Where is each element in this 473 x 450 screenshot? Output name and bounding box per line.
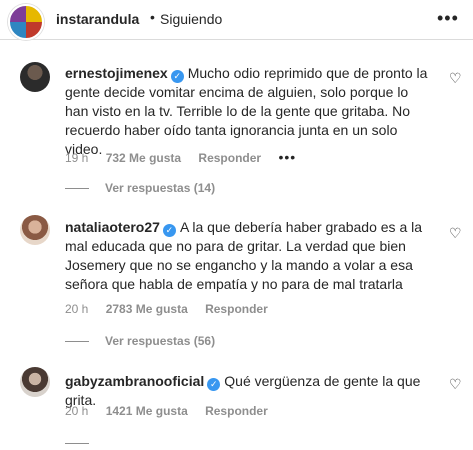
comment-time: 20 h xyxy=(65,404,89,418)
heart-icon[interactable]: ♡ xyxy=(449,70,462,87)
comment-meta: 20 h 2783 Me gusta Responder xyxy=(65,302,282,316)
likes-count[interactable]: 1421 Me gusta xyxy=(106,404,188,418)
comment-username[interactable]: gabyzambranooficial xyxy=(65,373,204,389)
avatar[interactable] xyxy=(20,62,50,92)
avatar[interactable] xyxy=(8,4,44,40)
verified-badge-icon: ✓ xyxy=(207,378,221,391)
comment-meta: 19 h 732 Me gusta Responder ••• xyxy=(65,149,310,165)
view-replies-button[interactable]: Ver respuestas (56) xyxy=(65,334,215,348)
comment-time: 19 h xyxy=(65,151,89,165)
verified-badge-icon: ✓ xyxy=(170,70,184,83)
view-replies-label[interactable]: Ver respuestas (14) xyxy=(105,181,215,195)
reply-button[interactable]: Responder xyxy=(205,404,268,418)
view-replies-button[interactable]: Ver respuestas (14) xyxy=(65,181,215,195)
view-replies-label[interactable]: Ver respuestas (56) xyxy=(105,334,215,348)
comment-body: ernestojimenex ✓ Mucho odio reprimido que … xyxy=(65,64,435,159)
replies-divider xyxy=(65,188,89,190)
comment-options-icon[interactable]: ••• xyxy=(278,149,296,165)
comment-username[interactable]: nataliaotero27 xyxy=(65,219,160,235)
comment-meta: 20 h 1421 Me gusta Responder xyxy=(65,404,282,418)
replies-divider xyxy=(65,443,89,445)
header-username[interactable]: instarandula xyxy=(56,11,139,27)
view-replies-button[interactable] xyxy=(65,436,105,450)
avatar[interactable] xyxy=(20,367,50,397)
replies-divider xyxy=(65,341,89,343)
reply-button[interactable]: Responder xyxy=(205,302,268,316)
reply-button[interactable]: Responder xyxy=(198,151,261,165)
post-header: instarandula • Siguiendo ••• xyxy=(0,0,473,40)
likes-count[interactable]: 732 Me gusta xyxy=(106,151,181,165)
follow-status[interactable]: Siguiendo xyxy=(160,11,222,27)
comment-time: 20 h xyxy=(65,302,89,316)
likes-count[interactable]: 2783 Me gusta xyxy=(106,302,188,316)
separator-dot: • xyxy=(150,9,155,25)
heart-icon[interactable]: ♡ xyxy=(449,225,462,242)
comment-username[interactable]: ernestojimenex xyxy=(65,65,168,81)
more-horizontal-icon[interactable]: ••• xyxy=(437,8,459,29)
verified-badge-icon: ✓ xyxy=(162,224,176,237)
avatar[interactable] xyxy=(20,215,50,245)
comment-body: nataliaotero27 ✓ A la que debería haber gr… xyxy=(65,218,435,294)
heart-icon[interactable]: ♡ xyxy=(449,376,462,393)
